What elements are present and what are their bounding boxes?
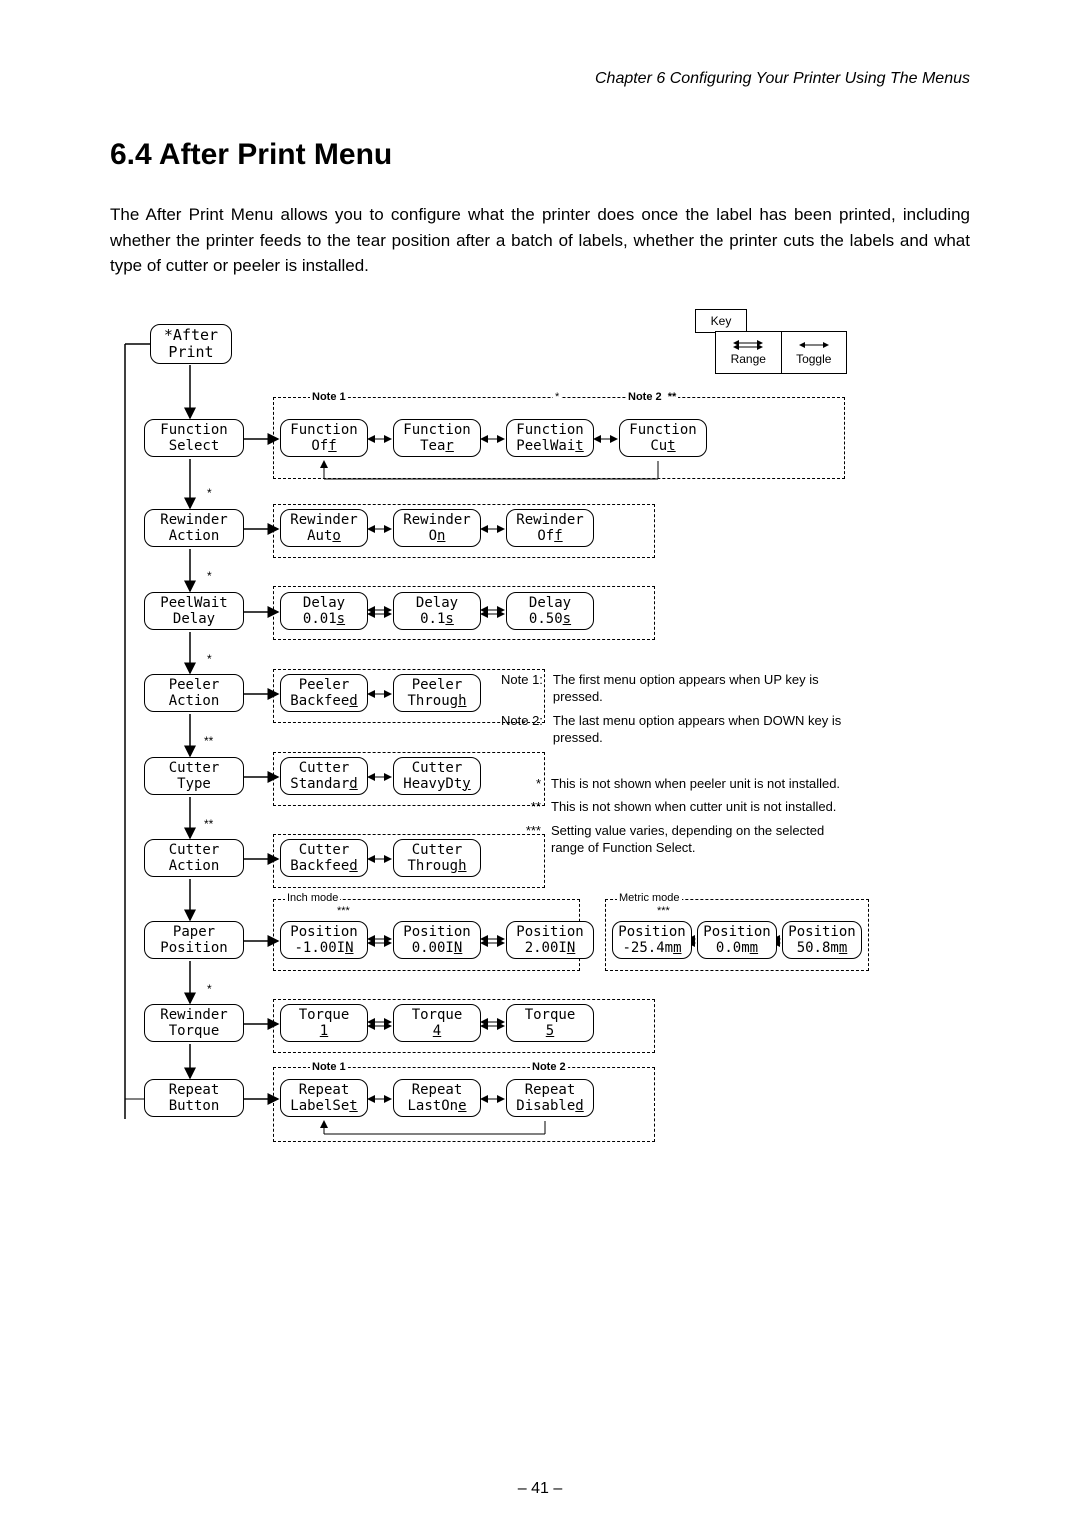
opt-select-2: FunctionPeelWait [506, 419, 594, 457]
opt-select-3: FunctionCut [619, 419, 707, 457]
menu-cutter-action: CutterAction [144, 839, 244, 877]
label-note2: Note 2 ** [626, 391, 678, 403]
opt-torque-1: Torque4 [393, 1004, 481, 1042]
toggle-arrow-icon [794, 338, 834, 352]
node-after-print: *AfterPrint [150, 324, 232, 365]
star-peeler: * [207, 652, 212, 666]
body-paragraph: The After Print Menu allows you to confi… [110, 202, 970, 279]
page-number: – 41 – [0, 1480, 1080, 1498]
opt-type-0: CutterStandard [280, 757, 368, 795]
opt-select-0: FunctionOff [280, 419, 368, 457]
range-arrow-icon [728, 338, 768, 352]
label-note1-repeat: Note 1 [310, 1061, 348, 1073]
opt-button-1: RepeatLastOne [393, 1079, 481, 1117]
key-box: Range Toggle [715, 331, 847, 374]
opt-delay-2: Delay0.50s [506, 592, 594, 630]
opt-action-0: RewinderAuto [280, 509, 368, 547]
opt-action-1: PeelerThrough [393, 674, 481, 712]
label-note1: Note 1 [310, 391, 348, 403]
opt-delay-1: Delay0.1s [393, 592, 481, 630]
opt-action-1: RewinderOn [393, 509, 481, 547]
menu-cutter-type: CutterType [144, 757, 244, 795]
menu-rewinder-torque: RewinderTorque [144, 1004, 244, 1042]
opt-torque-0: Torque1 [280, 1004, 368, 1042]
key-toggle-label: Toggle [796, 352, 831, 366]
opt-delay-0: Delay0.01s [280, 592, 368, 630]
opt-position-1: Position0.00IN [393, 921, 481, 959]
label-note2-repeat: Note 2 [530, 1061, 568, 1073]
opt-action-0: PeelerBackfeed [280, 674, 368, 712]
opt-type-1: CutterHeavyDty [393, 757, 481, 795]
opt-button-0: RepeatLabelSet [280, 1079, 368, 1117]
label-metric-mode: Metric mode [617, 892, 682, 904]
opt-action-2: RewinderOff [506, 509, 594, 547]
section-title: 6.4 After Print Menu [110, 138, 970, 172]
opt-position-0: Position-1.00IN [280, 921, 368, 959]
menu-paper-position: PaperPosition [144, 921, 244, 959]
menu-peeler-action: PeelerAction [144, 674, 244, 712]
opt-position-2: Position2.00IN [506, 921, 594, 959]
label-inch-mode: Inch mode [285, 892, 340, 904]
star-peelwait: * [207, 569, 212, 583]
opt-select-1: FunctionTear [393, 419, 481, 457]
opt-action-0: CutterBackfeed [280, 839, 368, 877]
star-torque: * [207, 982, 212, 996]
menu-tree-diagram: Key Range Toggle [110, 309, 970, 1139]
opt-action-1: CutterThrough [393, 839, 481, 877]
menu-rewinder-action: RewinderAction [144, 509, 244, 547]
opt-button-2: RepeatDisabled [506, 1079, 594, 1117]
opt-metric-2: Position50.8mm [782, 921, 862, 959]
star2-caction: ** [204, 817, 213, 831]
star-rewinder: * [207, 486, 212, 500]
label-star-func: * [553, 391, 561, 403]
star2-ctype: ** [204, 734, 213, 748]
opt-torque-2: Torque5 [506, 1004, 594, 1042]
menu-function-select: FunctionSelect [144, 419, 244, 457]
key-title: Key [695, 309, 747, 333]
opt-metric-1: Position0.0mm [697, 921, 777, 959]
menu-repeat-button: RepeatButton [144, 1079, 244, 1117]
label-star3-inch: *** [335, 905, 352, 917]
menu-peelwait-delay: PeelWaitDelay [144, 592, 244, 630]
chapter-header: Chapter 6 Configuring Your Printer Using… [110, 70, 970, 88]
key-range-label: Range [731, 352, 766, 366]
opt-metric-0: Position-25.4mm [612, 921, 692, 959]
label-star3-metric: *** [655, 905, 672, 917]
